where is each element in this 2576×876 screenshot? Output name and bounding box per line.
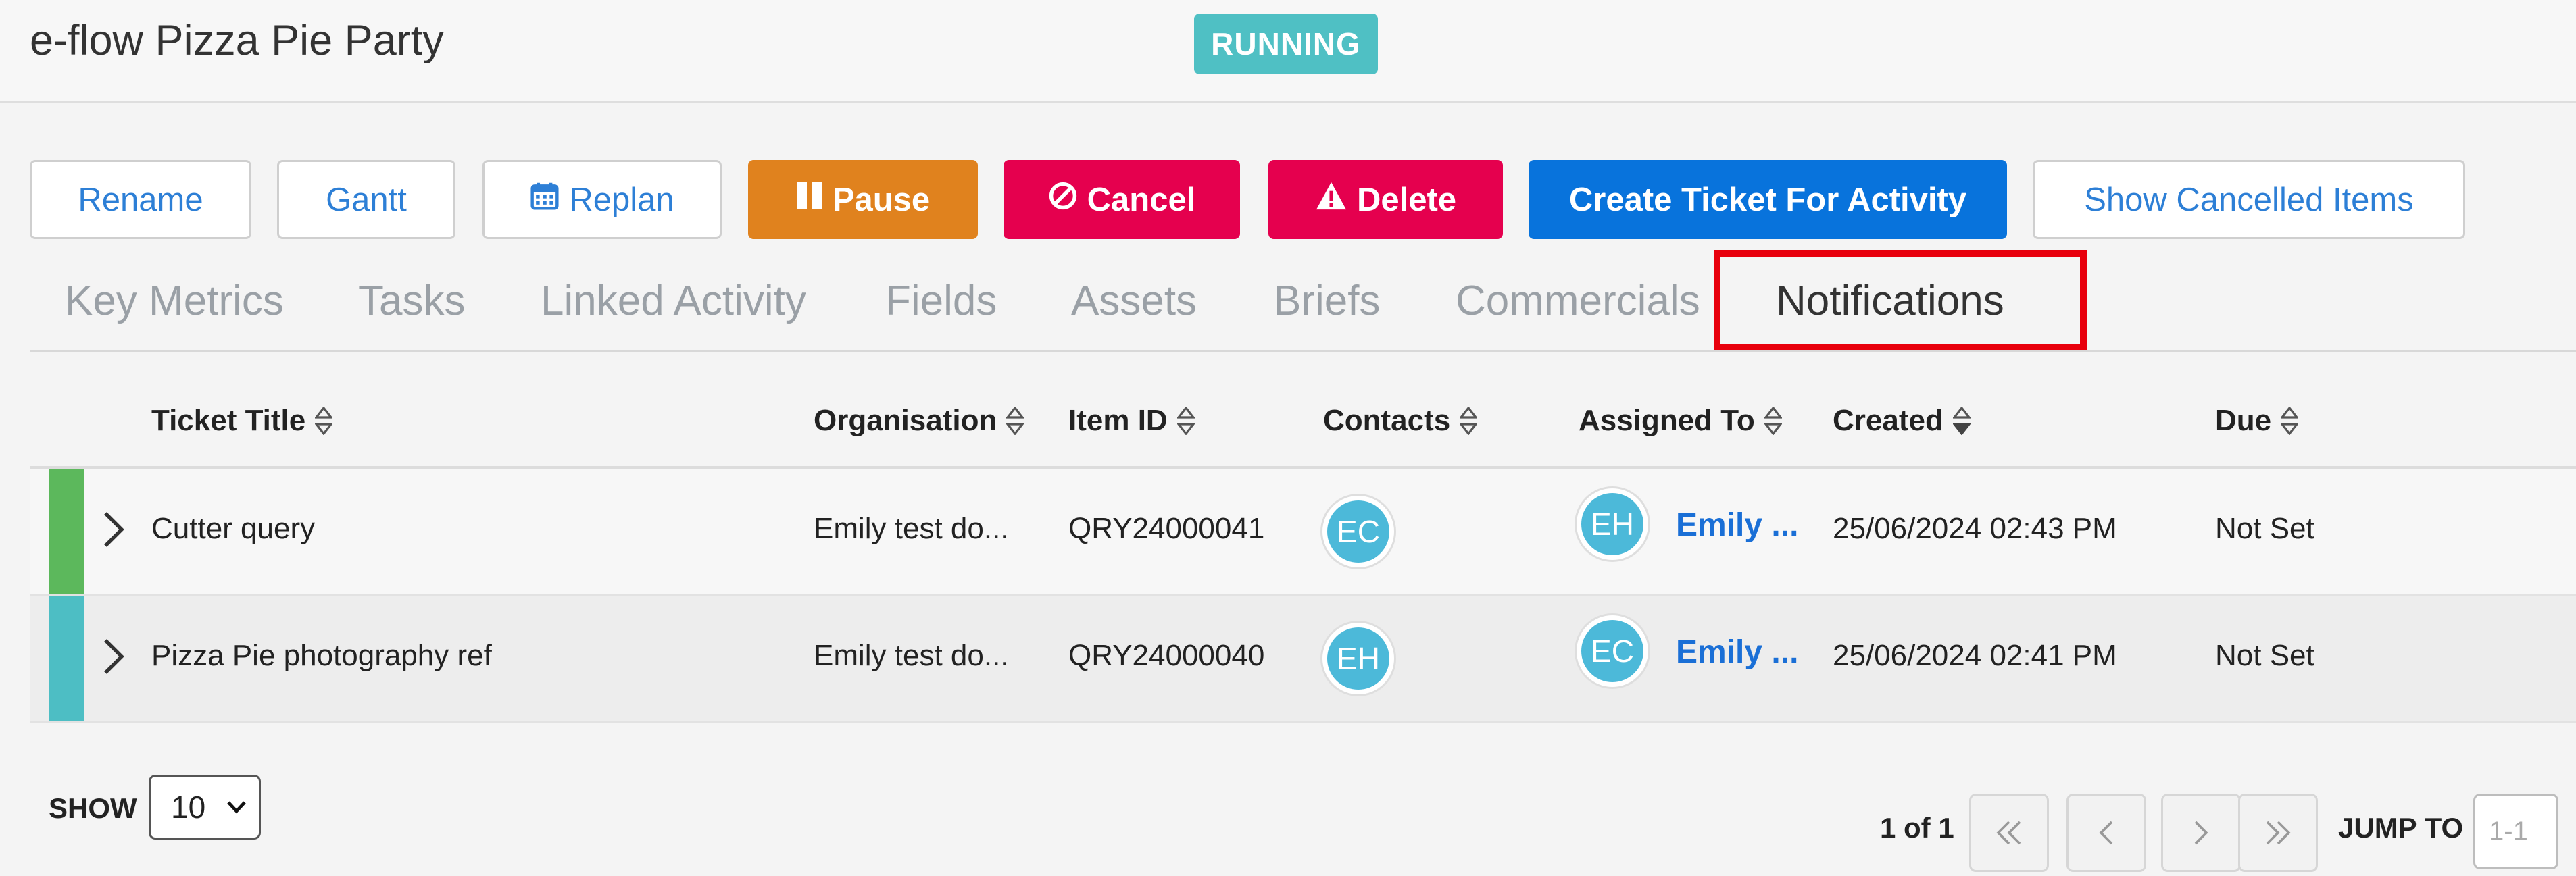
chevron-right-icon (2194, 821, 2208, 845)
show-cancelled-button-label: Show Cancelled Items (2084, 181, 2414, 218)
created-cell: 25/06/2024 02:43 PM (1833, 512, 2117, 545)
create-ticket-button-label: Create Ticket For Activity (1568, 181, 1967, 218)
sort-desc-icon (1952, 407, 1971, 435)
column-ticket-title[interactable]: Ticket Title (151, 404, 333, 438)
assignee-name-link[interactable]: Emily ... (1676, 634, 1798, 671)
column-created-label: Created (1833, 404, 1943, 437)
sort-icon (2281, 407, 2299, 435)
replan-button[interactable]: Replan (482, 160, 722, 239)
column-item-id-label: Item ID (1068, 404, 1168, 437)
column-organisation[interactable]: Organisation (814, 404, 1024, 438)
column-assigned-to-label: Assigned To (1579, 404, 1755, 437)
tab-briefs[interactable]: Briefs (1273, 277, 1380, 325)
gantt-button-label: Gantt (326, 181, 407, 218)
assignee-avatar[interactable]: EH (1581, 493, 1643, 555)
next-page-button[interactable] (2161, 794, 2241, 872)
column-ticket-title-label: Ticket Title (151, 404, 306, 437)
item-id-cell: QRY24000041 (1068, 512, 1265, 545)
column-contacts[interactable]: Contacts (1323, 404, 1478, 438)
first-page-button[interactable] (1969, 794, 2049, 872)
sort-icon (1176, 407, 1195, 435)
cancel-button[interactable]: Cancel (1004, 160, 1240, 239)
assignee-name-link[interactable]: Emily ... (1676, 507, 1798, 544)
replan-button-label: Replan (569, 181, 674, 218)
contact-avatar[interactable]: EH (1327, 627, 1389, 690)
sort-icon (1006, 407, 1024, 435)
column-contacts-label: Contacts (1323, 404, 1451, 437)
row-status-color-bar (49, 596, 84, 721)
column-item-id[interactable]: Item ID (1068, 404, 1195, 438)
assignee-avatar[interactable]: EC (1581, 620, 1643, 682)
tab-commercials[interactable]: Commercials (1456, 277, 1700, 325)
tab-linked-activity[interactable]: Linked Activity (541, 277, 806, 325)
delete-button-label: Delete (1356, 181, 1457, 218)
column-due-label: Due (2215, 404, 2272, 437)
column-assigned-to[interactable]: Assigned To (1579, 404, 1782, 438)
create-ticket-button[interactable]: Create Ticket For Activity (1529, 160, 2007, 239)
show-cancelled-button[interactable]: Show Cancelled Items (2033, 160, 2465, 239)
ticket-title[interactable]: Pizza Pie photography ref (151, 639, 492, 673)
page-title: e-flow Pizza Pie Party (30, 17, 444, 64)
page-info: 1 of 1 (1880, 812, 1954, 844)
tab-tasks[interactable]: Tasks (358, 277, 465, 325)
chevron-right-icon[interactable] (101, 509, 126, 553)
organisation-cell: Emily test do... (814, 512, 1009, 545)
pause-button-label: Pause (832, 181, 931, 218)
sort-icon (315, 407, 333, 435)
gantt-button[interactable]: Gantt (277, 160, 455, 239)
rename-button[interactable]: Rename (30, 160, 251, 239)
due-cell: Not Set (2215, 639, 2314, 672)
rename-button-label: Rename (78, 181, 203, 218)
delete-button[interactable]: Delete (1268, 160, 1503, 239)
sort-icon (1460, 407, 1478, 435)
chevron-down-icon (227, 801, 246, 814)
tabs-divider (30, 350, 2576, 352)
organisation-cell: Emily test do... (814, 639, 1009, 672)
column-organisation-label: Organisation (814, 404, 997, 437)
page-size-select[interactable]: 10 (149, 775, 261, 840)
double-chevron-right-icon (2266, 821, 2291, 845)
created-cell: 25/06/2024 02:41 PM (1833, 639, 2117, 672)
column-created[interactable]: Created (1833, 404, 1971, 438)
pause-icon (796, 181, 823, 219)
tab-highlight-box (1714, 250, 2087, 351)
row-status-color-bar (49, 469, 84, 594)
contact-avatar[interactable]: EC (1327, 500, 1389, 563)
tab-key-metrics[interactable]: Key Metrics (65, 277, 284, 325)
last-page-button[interactable] (2238, 794, 2318, 872)
page-size-value: 10 (171, 790, 206, 825)
due-cell: Not Set (2215, 512, 2314, 545)
table-header: Ticket Title Organisation Item ID Contac… (30, 378, 2576, 469)
chevron-right-icon[interactable] (101, 636, 126, 680)
chevron-left-icon (2099, 821, 2113, 845)
cancel-button-label: Cancel (1087, 181, 1196, 218)
previous-page-button[interactable] (2066, 794, 2146, 872)
jump-to-input[interactable] (2473, 794, 2558, 869)
calendar-icon (530, 181, 560, 219)
status-badge: RUNNING (1194, 14, 1378, 74)
table-row[interactable]: Cutter query Emily test do... QRY2400004… (30, 469, 2576, 596)
page-header: e-flow Pizza Pie Party RUNNING (0, 0, 2576, 103)
column-due[interactable]: Due (2215, 404, 2299, 438)
item-id-cell: QRY24000040 (1068, 639, 1265, 672)
warning-icon (1315, 181, 1347, 219)
tab-assets[interactable]: Assets (1071, 277, 1197, 325)
ticket-title[interactable]: Cutter query (151, 512, 315, 546)
ban-icon (1048, 181, 1078, 219)
jump-to-label: JUMP TO (2338, 812, 2464, 844)
sort-icon (1764, 407, 1782, 435)
table-row[interactable]: Pizza Pie photography ref Emily test do.… (30, 596, 2576, 723)
page-size-label: SHOW (49, 792, 137, 824)
double-chevron-left-icon (1996, 821, 2021, 845)
tab-fields[interactable]: Fields (885, 277, 997, 325)
pause-button[interactable]: Pause (748, 160, 978, 239)
